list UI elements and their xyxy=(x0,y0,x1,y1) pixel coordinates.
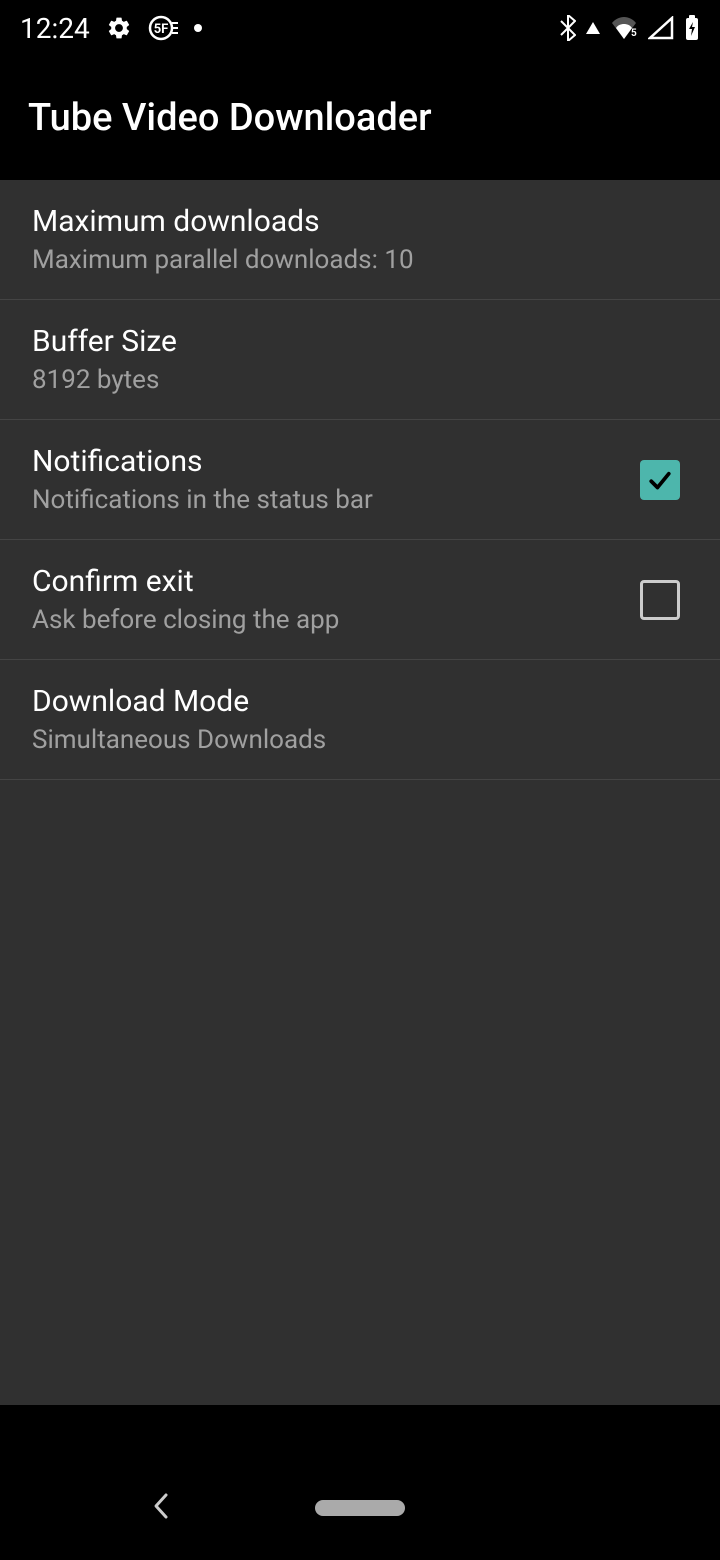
setting-buffer-size[interactable]: Buffer Size 8192 bytes xyxy=(0,300,720,420)
spacer xyxy=(0,780,720,1405)
bluetooth-icon xyxy=(560,15,576,41)
confirm-exit-checkbox[interactable] xyxy=(640,580,680,620)
wifi-icon: 5 xyxy=(610,17,638,39)
setting-max-downloads[interactable]: Maximum downloads Maximum parallel downl… xyxy=(0,180,720,300)
sf-icon: 5F xyxy=(148,15,178,41)
setting-title: Maximum downloads xyxy=(32,204,688,239)
setting-text: Buffer Size 8192 bytes xyxy=(32,324,688,395)
svg-text:5: 5 xyxy=(631,28,637,39)
home-pill[interactable] xyxy=(315,1500,405,1516)
gear-icon xyxy=(106,15,132,41)
setting-text: Download Mode Simultaneous Downloads xyxy=(32,684,688,755)
setting-subtitle: Maximum parallel downloads: 10 xyxy=(32,245,688,275)
settings-list: Maximum downloads Maximum parallel downl… xyxy=(0,180,720,780)
dot-icon xyxy=(194,24,202,32)
navigation-bar xyxy=(0,1455,720,1560)
setting-subtitle: Simultaneous Downloads xyxy=(32,725,688,755)
setting-subtitle: 8192 bytes xyxy=(32,365,688,395)
setting-title: Notifications xyxy=(32,444,640,479)
notifications-checkbox[interactable] xyxy=(640,460,680,500)
setting-text: Notifications Notifications in the statu… xyxy=(32,444,640,515)
status-bar: 12:24 5F 5 xyxy=(0,0,720,56)
setting-title: Download Mode xyxy=(32,684,688,719)
setting-subtitle: Notifications in the status bar xyxy=(32,485,640,515)
status-clock: 12:24 xyxy=(20,12,90,45)
content-area: Maximum downloads Maximum parallel downl… xyxy=(0,180,720,1455)
back-button[interactable] xyxy=(150,1491,172,1525)
setting-subtitle: Ask before closing the app xyxy=(32,605,640,635)
setting-title: Buffer Size xyxy=(32,324,688,359)
setting-text: Maximum downloads Maximum parallel downl… xyxy=(32,204,688,275)
svg-text:5F: 5F xyxy=(153,22,168,37)
page-title: Tube Video Downloader xyxy=(28,96,432,140)
cell-signal-icon xyxy=(648,16,674,40)
status-left: 12:24 5F xyxy=(20,12,202,45)
setting-text: Confirm exit Ask before closing the app xyxy=(32,564,640,635)
triangle-up-icon xyxy=(586,22,600,34)
setting-notifications[interactable]: Notifications Notifications in the statu… xyxy=(0,420,720,540)
setting-title: Confirm exit xyxy=(32,564,640,599)
app-header: Tube Video Downloader xyxy=(0,56,720,180)
setting-confirm-exit[interactable]: Confirm exit Ask before closing the app xyxy=(0,540,720,660)
check-icon xyxy=(645,465,675,495)
status-right: 5 xyxy=(560,15,700,41)
battery-charging-icon xyxy=(684,15,700,41)
setting-download-mode[interactable]: Download Mode Simultaneous Downloads xyxy=(0,660,720,780)
bottom-black xyxy=(0,1405,720,1455)
chevron-left-icon xyxy=(150,1491,172,1521)
